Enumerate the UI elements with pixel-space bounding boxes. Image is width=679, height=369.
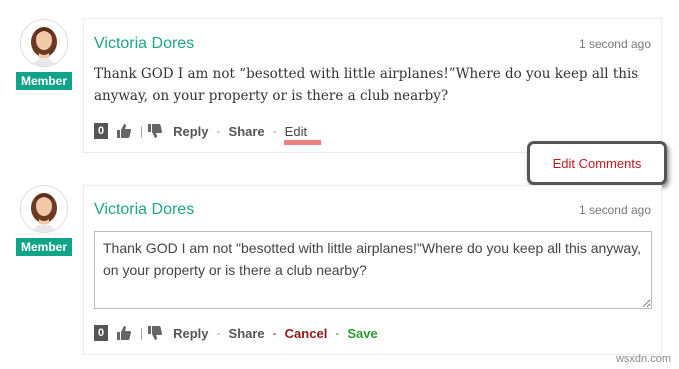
edit-comments-callout: Edit Comments — [527, 141, 667, 185]
author-name[interactable]: Victoria Dores — [94, 35, 194, 53]
reply-link[interactable]: Reply — [173, 124, 208, 139]
avatar[interactable] — [20, 185, 68, 233]
action-separator: - — [335, 326, 340, 340]
timestamp: 1 second ago — [578, 37, 651, 51]
vote-count: 0 — [94, 325, 108, 341]
timestamp: 1 second ago — [578, 203, 651, 217]
comment-actions: 0 | Reply - Share - Cancel - Save — [94, 325, 378, 341]
thumbs-up-icon[interactable] — [116, 123, 132, 139]
callout-label: Edit Comments — [552, 155, 642, 171]
edit-comment-textarea[interactable] — [94, 231, 652, 309]
edit-highlight-underline — [284, 140, 321, 145]
action-separator: - — [216, 326, 221, 340]
comment-1-author-block: Member — [12, 19, 76, 90]
thumbs-up-icon[interactable] — [116, 325, 132, 341]
user-avatar-icon — [21, 186, 67, 232]
share-link[interactable]: Share — [229, 326, 265, 341]
author-name[interactable]: Victoria Dores — [94, 201, 194, 219]
member-badge: Member — [15, 238, 72, 256]
action-separator: - — [272, 326, 277, 340]
vote-count: 0 — [94, 123, 108, 139]
save-button[interactable]: Save — [347, 326, 377, 341]
share-link[interactable]: Share — [229, 124, 265, 139]
comment-actions: 0 | Reply - Share - Edit — [94, 123, 307, 139]
vote-separator: | — [140, 124, 144, 138]
watermark: wsxdn.com — [615, 353, 671, 365]
cancel-button[interactable]: Cancel — [285, 326, 328, 341]
comment-1: Victoria Dores 1 second ago Thank GOD I … — [83, 18, 662, 153]
action-separator: - — [216, 124, 221, 138]
edit-link[interactable]: Edit — [285, 124, 307, 139]
avatar[interactable] — [20, 19, 68, 67]
thumbs-down-icon[interactable] — [147, 123, 163, 139]
action-separator: - — [272, 124, 277, 138]
user-avatar-icon — [21, 20, 67, 66]
vote-separator: | — [140, 326, 144, 340]
member-badge: Member — [15, 72, 72, 90]
reply-link[interactable]: Reply — [173, 326, 208, 341]
comment-2-author-block: Member — [12, 185, 76, 256]
comment-text: Thank GOD I am not “besotted with little… — [94, 66, 639, 104]
comment-2: Victoria Dores 1 second ago 0 | Reply - … — [83, 185, 662, 355]
thumbs-down-icon[interactable] — [147, 325, 163, 341]
